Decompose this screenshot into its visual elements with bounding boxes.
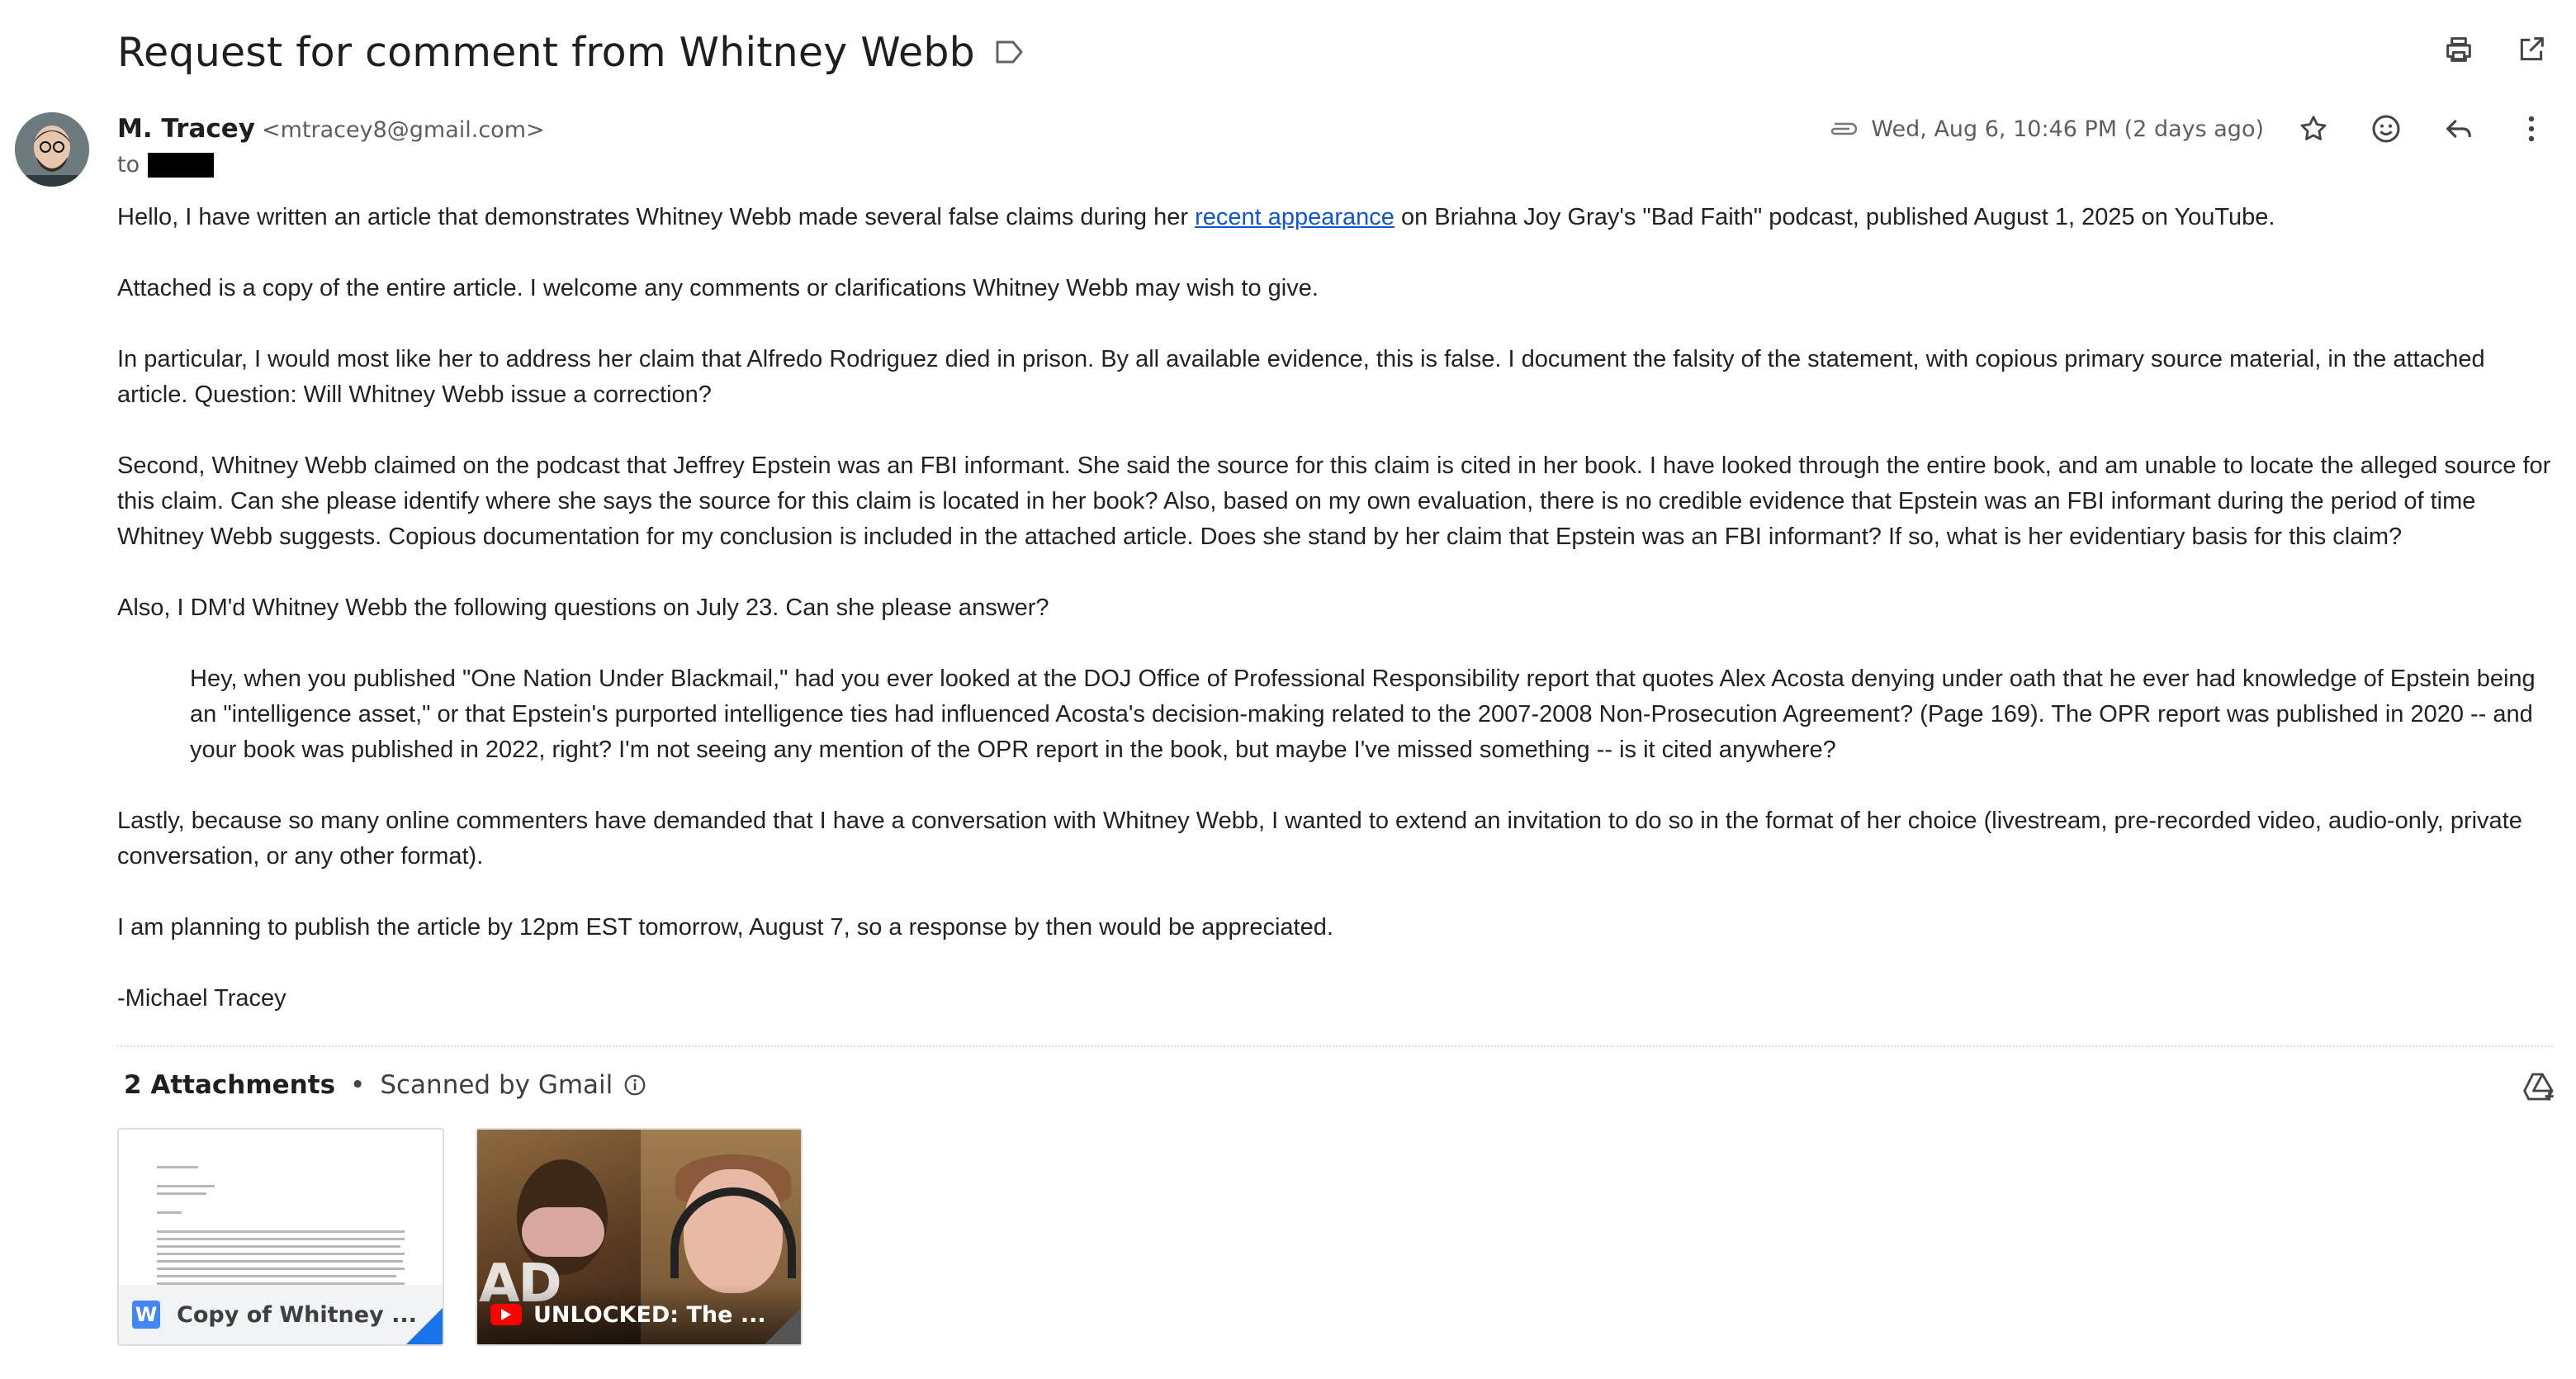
sender-email: <mtracey8@gmail.com> (261, 117, 545, 143)
attachment-name: Copy of Whitney ... (177, 1301, 417, 1328)
attachments-divider (117, 1045, 2553, 1047)
email-subject: Request for comment from Whitney Webb (117, 28, 975, 76)
message-date: Wed, Aug 6, 10:46 PM (2 days ago) (1871, 116, 2264, 142)
signature: -Michael Tracey (117, 985, 286, 1012)
doc-corner-fold (406, 1308, 443, 1344)
body-paragraph: Second, Whitney Webb claimed on the podc… (117, 453, 2551, 550)
doc-preview (157, 1166, 405, 1305)
video-corner-fold (765, 1308, 801, 1344)
thumbnail-hands (522, 1207, 604, 1257)
attachment-footer: W Copy of Whitney ... (119, 1285, 443, 1344)
more-vert-icon[interactable] (2513, 111, 2550, 147)
quoted-dm: Hey, when you published "One Nation Unde… (190, 666, 2536, 763)
attachments-header: 2 Attachments • Scanned by Gmail (124, 1070, 649, 1100)
info-icon[interactable] (623, 1072, 649, 1098)
attachment-footer: UNLOCKED: The ... (477, 1285, 801, 1344)
subject-row: Request for comment from Whitney Webb (117, 23, 1028, 81)
sender-name[interactable]: M. Tracey (117, 114, 255, 144)
word-doc-icon: W (132, 1301, 160, 1329)
open-in-new-window-icon[interactable] (2513, 31, 2550, 68)
body-paragraph: Hello, I have written an article that de… (117, 204, 2275, 230)
recipient-line[interactable]: to (117, 152, 215, 178)
sender-avatar[interactable] (15, 112, 89, 187)
attachment-card-video[interactable]: AD UNLOCKED: The ... (476, 1128, 803, 1346)
emoji-reaction-icon[interactable] (2368, 111, 2404, 147)
scanned-by-gmail: Scanned by Gmail (380, 1070, 613, 1100)
print-icon[interactable] (2441, 31, 2477, 68)
attachments-count: 2 Attachments (124, 1070, 336, 1100)
message-body: Hello, I have written an article that de… (117, 200, 2553, 1052)
add-to-drive-icon[interactable] (2522, 1070, 2558, 1107)
separator-dot: • (350, 1070, 366, 1100)
body-paragraph: Lastly, because so many online commenter… (117, 808, 2522, 870)
message-meta: Wed, Aug 6, 10:46 PM (2 days ago) (1826, 111, 2576, 147)
paperclip-icon (1826, 116, 1863, 141)
reply-icon[interactable] (2441, 111, 2477, 147)
top-actions (2441, 31, 2550, 68)
label-icon[interactable] (995, 36, 1028, 69)
to-label: to (117, 152, 140, 178)
star-icon[interactable] (2295, 111, 2332, 147)
body-paragraph: Attached is a copy of the entire article… (117, 275, 1319, 301)
redacted-recipient (148, 152, 215, 178)
attachment-card-doc[interactable]: W Copy of Whitney ... (117, 1128, 444, 1346)
body-paragraph: In particular, I would most like her to … (117, 346, 2485, 408)
attachment-name: UNLOCKED: The ... (533, 1301, 766, 1328)
sender-line: M. Tracey <mtracey8@gmail.com> (117, 114, 545, 144)
recent-appearance-link[interactable]: recent appearance (1195, 204, 1395, 230)
youtube-icon (490, 1304, 522, 1325)
body-paragraph: I am planning to publish the article by … (117, 914, 1333, 941)
body-paragraph: Also, I DM'd Whitney Webb the following … (117, 595, 1049, 621)
